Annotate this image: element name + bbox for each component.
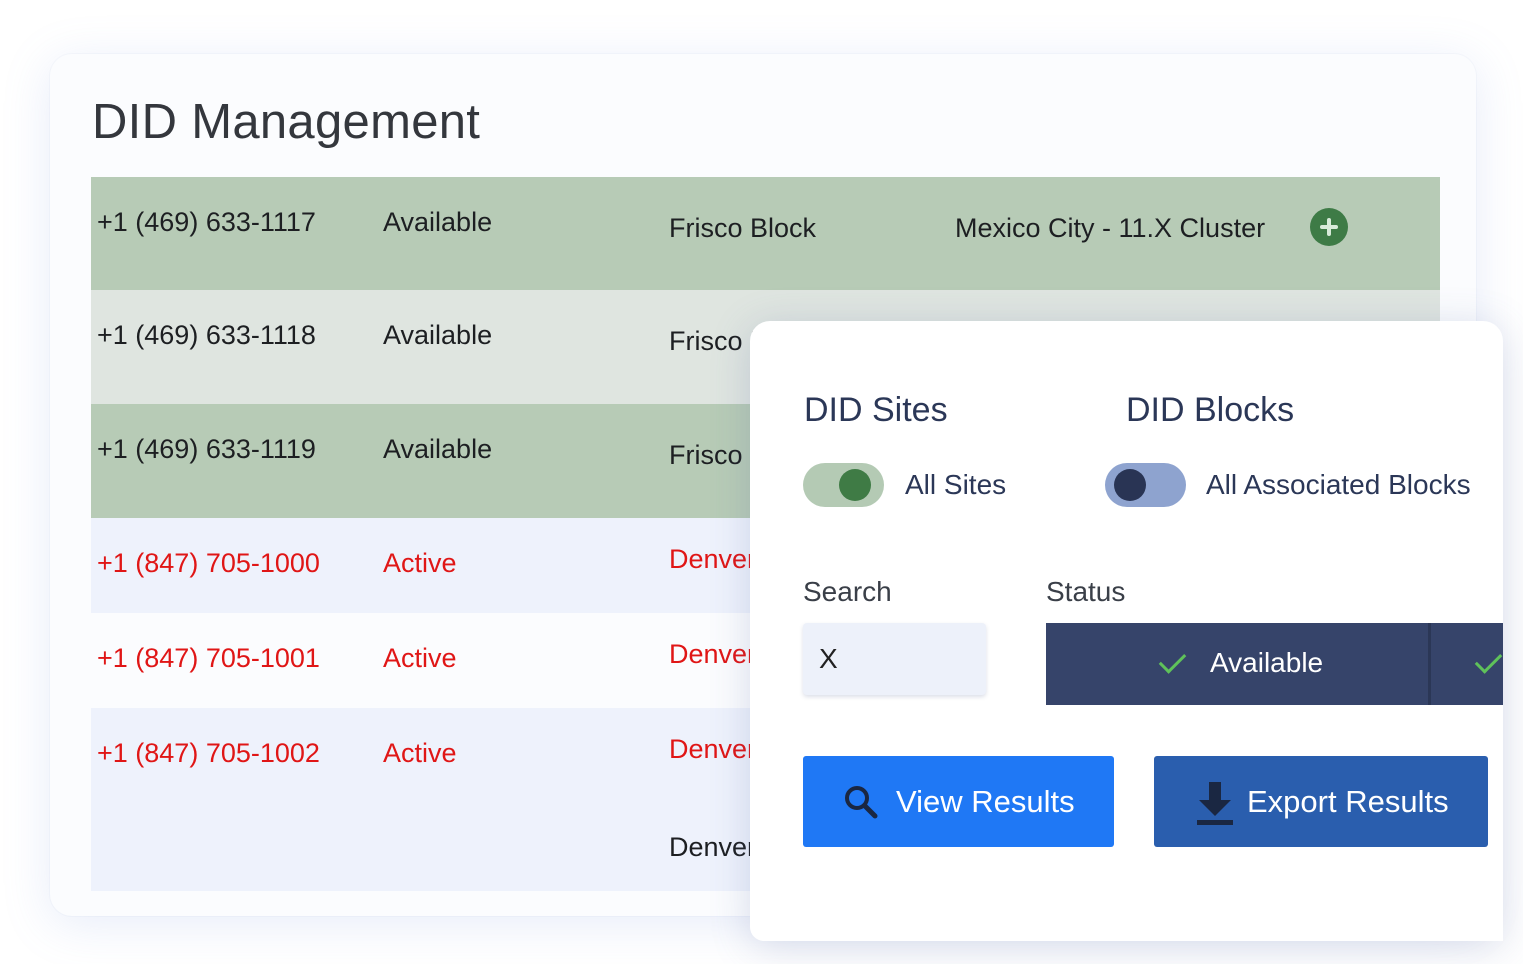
- toggle-knob: [839, 469, 871, 501]
- did-block: Denver: [669, 639, 757, 669]
- did-block: Denver: [669, 734, 757, 764]
- did-block: Denver: [669, 832, 757, 862]
- status-label: Status: [1046, 576, 1126, 607]
- view-results-button[interactable]: View Results: [803, 756, 1114, 847]
- page-title: DID Management: [92, 95, 481, 149]
- all-associated-blocks-toggle[interactable]: [1105, 463, 1186, 507]
- status-divider: [1428, 623, 1431, 705]
- all-associated-blocks-label: All Associated Blocks: [1206, 469, 1471, 500]
- search-label: Search: [803, 576, 892, 607]
- status-select[interactable]: Available: [1046, 623, 1503, 705]
- filter-panel: DID Sites DID Blocks All Sites All Assoc…: [750, 321, 1503, 941]
- did-status: Available: [383, 434, 493, 464]
- did-number: +1 (847) 705-1001: [97, 643, 320, 673]
- export-results-label: Export Results: [1247, 784, 1449, 819]
- did-number: +1 (847) 705-1002: [97, 738, 320, 768]
- did-number: +1 (847) 705-1000: [97, 548, 320, 578]
- did-status: Active: [383, 548, 457, 578]
- did-status: Available: [383, 207, 493, 237]
- did-number: +1 (469) 633-1117: [97, 207, 316, 237]
- toggle-knob: [1114, 469, 1146, 501]
- add-plus-circle-icon[interactable]: [1310, 208, 1348, 246]
- check-icon: [1158, 646, 1187, 674]
- download-icon: [1197, 782, 1233, 825]
- search-input[interactable]: [803, 623, 986, 695]
- did-status: Active: [383, 738, 457, 768]
- did-sites-title: DID Sites: [804, 391, 948, 429]
- table-row[interactable]: +1 (469) 633-1117 Available Frisco Block…: [91, 177, 1440, 290]
- did-block: Denver: [669, 544, 757, 574]
- export-results-button[interactable]: Export Results: [1154, 756, 1488, 847]
- all-sites-toggle[interactable]: [803, 463, 884, 507]
- did-number: +1 (469) 633-1118: [97, 320, 316, 350]
- did-site: Mexico City - 11.X Cluster: [955, 213, 1266, 243]
- search-icon: [845, 786, 878, 819]
- did-number: +1 (469) 633-1119: [97, 434, 316, 464]
- check-icon: [1474, 646, 1503, 674]
- did-blocks-title: DID Blocks: [1126, 391, 1295, 429]
- all-sites-label: All Sites: [905, 469, 1007, 500]
- did-status: Active: [383, 643, 457, 673]
- view-results-label: View Results: [896, 784, 1075, 819]
- did-status: Available: [383, 320, 493, 350]
- status-selected-value: Available: [1210, 647, 1324, 678]
- did-block: Frisco Block: [669, 213, 817, 243]
